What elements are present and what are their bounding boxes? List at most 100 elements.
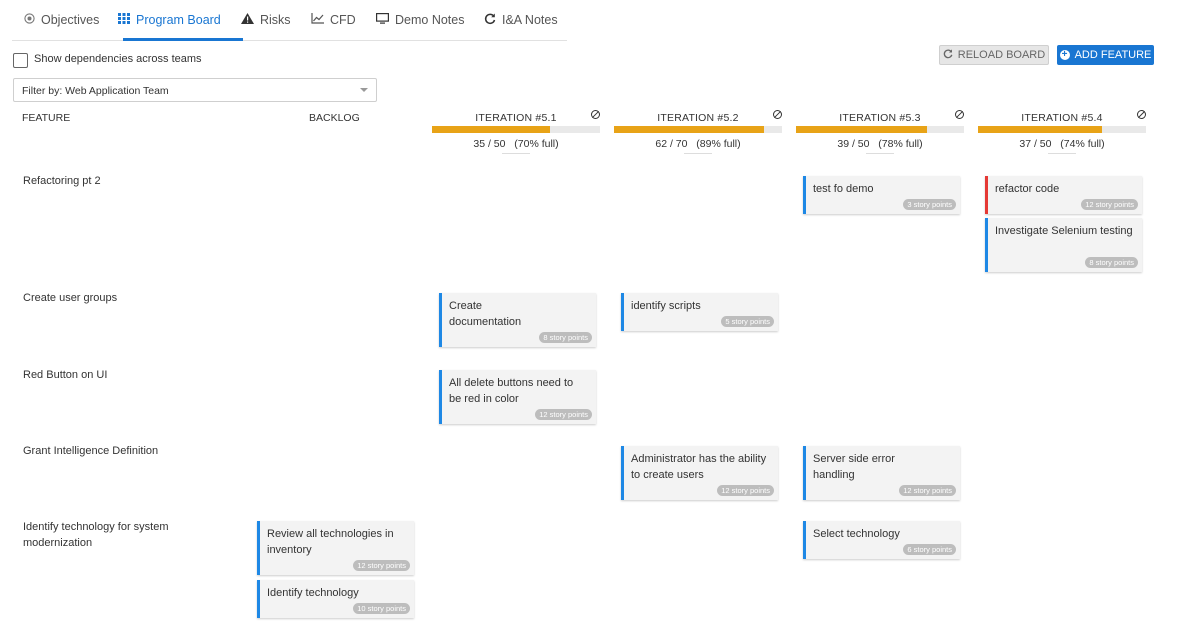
story-points-badge: 12 story points xyxy=(535,409,592,420)
story-points-badge: 12 story points xyxy=(717,485,774,496)
capacity-used: 37 / 50 xyxy=(1019,138,1052,150)
team-filter-value: Filter by: Web Application Team xyxy=(22,85,169,97)
story-card[interactable]: Select technology 6 story points xyxy=(803,521,960,559)
iteration-header: ITERATION #5.1 35 / 50 (70% full) xyxy=(432,110,600,160)
capacity-percent: (89% full) xyxy=(696,138,741,150)
capacity-percent: (70% full) xyxy=(514,138,559,150)
tab-objectives[interactable]: Objectives xyxy=(24,0,99,40)
story-card[interactable]: Server side error handling 12 story poin… xyxy=(803,446,960,500)
story-title: Server side error handling xyxy=(813,453,895,481)
story-title: test fo demo xyxy=(813,183,874,195)
story-points-badge: 12 story points xyxy=(353,560,410,571)
capacity-percent: (74% full) xyxy=(1060,138,1105,150)
tab-label: Demo Notes xyxy=(395,13,465,27)
iteration-name: ITERATION #5.1 xyxy=(475,112,557,124)
feature-name[interactable]: Identify technology for system moderniza… xyxy=(23,519,203,551)
story-points-badge: 3 story points xyxy=(903,199,956,210)
block-icon[interactable] xyxy=(955,110,964,119)
feature-name[interactable]: Grant Intelligence Definition xyxy=(23,443,223,459)
story-points-badge: 12 story points xyxy=(899,485,956,496)
capacity-text: 39 / 50 (78% full) xyxy=(796,138,964,154)
story-card[interactable]: Administrator has the ability to create … xyxy=(621,446,778,500)
add-feature-label: ADD FEATURE xyxy=(1074,49,1152,61)
story-points-badge: 8 story points xyxy=(1085,257,1138,268)
story-card[interactable]: identify scripts 5 story points xyxy=(621,293,778,331)
story-points-badge: 10 story points xyxy=(353,603,410,614)
story-points-badge: 6 story points xyxy=(903,544,956,555)
story-title: Review all technologies in inventory xyxy=(267,528,394,556)
story-title: identify scripts xyxy=(631,300,701,312)
story-card[interactable]: All delete buttons need to be red in col… xyxy=(439,370,596,424)
plus-circle-icon: + xyxy=(1059,50,1070,60)
reload-board-button[interactable]: RELOAD BOARD xyxy=(939,45,1049,65)
tab-label: Objectives xyxy=(41,13,100,27)
iteration-header: ITERATION #5.2 62 / 70 (89% full) xyxy=(614,110,782,160)
tab-demo-notes[interactable]: Demo Notes xyxy=(376,0,464,40)
feature-column-header: FEATURE xyxy=(22,112,71,124)
tab-program-board[interactable]: Program Board xyxy=(118,0,221,40)
story-title: refactor code xyxy=(995,183,1060,195)
story-title: All delete buttons need to be red in col… xyxy=(449,377,574,405)
story-card[interactable]: Investigate Selenium testing 8 story poi… xyxy=(985,218,1142,272)
tab-label: Program Board xyxy=(136,13,221,27)
capacity-percent: (78% full) xyxy=(878,138,923,150)
story-points-badge: 12 story points xyxy=(1081,199,1138,210)
team-filter-select[interactable]: Filter by: Web Application Team xyxy=(13,78,377,102)
capacity-fill xyxy=(978,126,1103,133)
show-dependencies-checkbox[interactable] xyxy=(13,53,28,68)
block-icon[interactable] xyxy=(773,110,782,119)
story-points-badge: 5 story points xyxy=(721,316,774,327)
story-card[interactable]: Identify technology 10 story points xyxy=(257,580,414,618)
monitor-icon xyxy=(376,13,390,27)
refresh-icon xyxy=(943,48,953,62)
tab-label: I&A Notes xyxy=(502,13,558,27)
capacity-text: 62 / 70 (89% full) xyxy=(614,138,782,154)
tab-label: Risks xyxy=(260,13,291,27)
capacity-bar xyxy=(614,126,782,133)
story-card[interactable]: Create documentation 8 story points xyxy=(439,293,596,347)
warning-icon xyxy=(241,13,254,27)
show-dependencies-label: Show dependencies across teams xyxy=(34,53,202,65)
caret-down-icon xyxy=(360,88,368,92)
iteration-name: ITERATION #5.4 xyxy=(1021,112,1103,124)
capacity-used: 62 / 70 xyxy=(655,138,688,150)
iteration-header: ITERATION #5.3 39 / 50 (78% full) xyxy=(796,110,964,160)
tab-risks[interactable]: Risks xyxy=(241,0,291,40)
story-title: Identify technology xyxy=(267,587,359,599)
capacity-fill xyxy=(614,126,764,133)
story-card[interactable]: Review all technologies in inventory 12 … xyxy=(257,521,414,575)
capacity-used: 35 / 50 xyxy=(473,138,506,150)
backlog-column-header: BACKLOG xyxy=(309,112,360,124)
block-icon[interactable] xyxy=(1137,110,1146,119)
iteration-name: ITERATION #5.3 xyxy=(839,112,921,124)
tab-bar: Objectives Program Board Risks CFD Demo … xyxy=(12,0,567,41)
target-icon xyxy=(24,13,35,27)
feature-name[interactable]: Red Button on UI xyxy=(23,367,223,383)
block-icon[interactable] xyxy=(591,110,600,119)
tab-ia-notes[interactable]: I&A Notes xyxy=(484,0,558,40)
iteration-name: ITERATION #5.2 xyxy=(657,112,739,124)
story-title: Administrator has the ability to create … xyxy=(631,453,767,481)
active-tab-indicator xyxy=(123,38,243,41)
capacity-used: 39 / 50 xyxy=(837,138,870,150)
reload-board-label: RELOAD BOARD xyxy=(957,49,1046,61)
story-points-badge: 8 story points xyxy=(539,332,592,343)
capacity-bar xyxy=(432,126,600,133)
feature-name[interactable]: Create user groups xyxy=(23,290,223,306)
capacity-text: 37 / 50 (74% full) xyxy=(978,138,1146,154)
capacity-fill xyxy=(432,126,550,133)
line-chart-icon xyxy=(311,13,324,27)
story-card[interactable]: refactor code 12 story points xyxy=(985,176,1142,214)
tab-cfd[interactable]: CFD xyxy=(311,0,356,40)
story-title: Create documentation xyxy=(449,300,522,328)
add-feature-button[interactable]: + ADD FEATURE xyxy=(1057,45,1154,65)
iteration-header: ITERATION #5.4 37 / 50 (74% full) xyxy=(978,110,1146,160)
grid-icon xyxy=(118,13,130,27)
feature-name[interactable]: Refactoring pt 2 xyxy=(23,173,223,189)
story-card[interactable]: test fo demo 3 story points xyxy=(803,176,960,214)
story-title: Select technology xyxy=(813,528,900,540)
capacity-bar xyxy=(796,126,964,133)
refresh-icon xyxy=(484,13,496,28)
tab-label: CFD xyxy=(330,13,356,27)
capacity-bar xyxy=(978,126,1146,133)
